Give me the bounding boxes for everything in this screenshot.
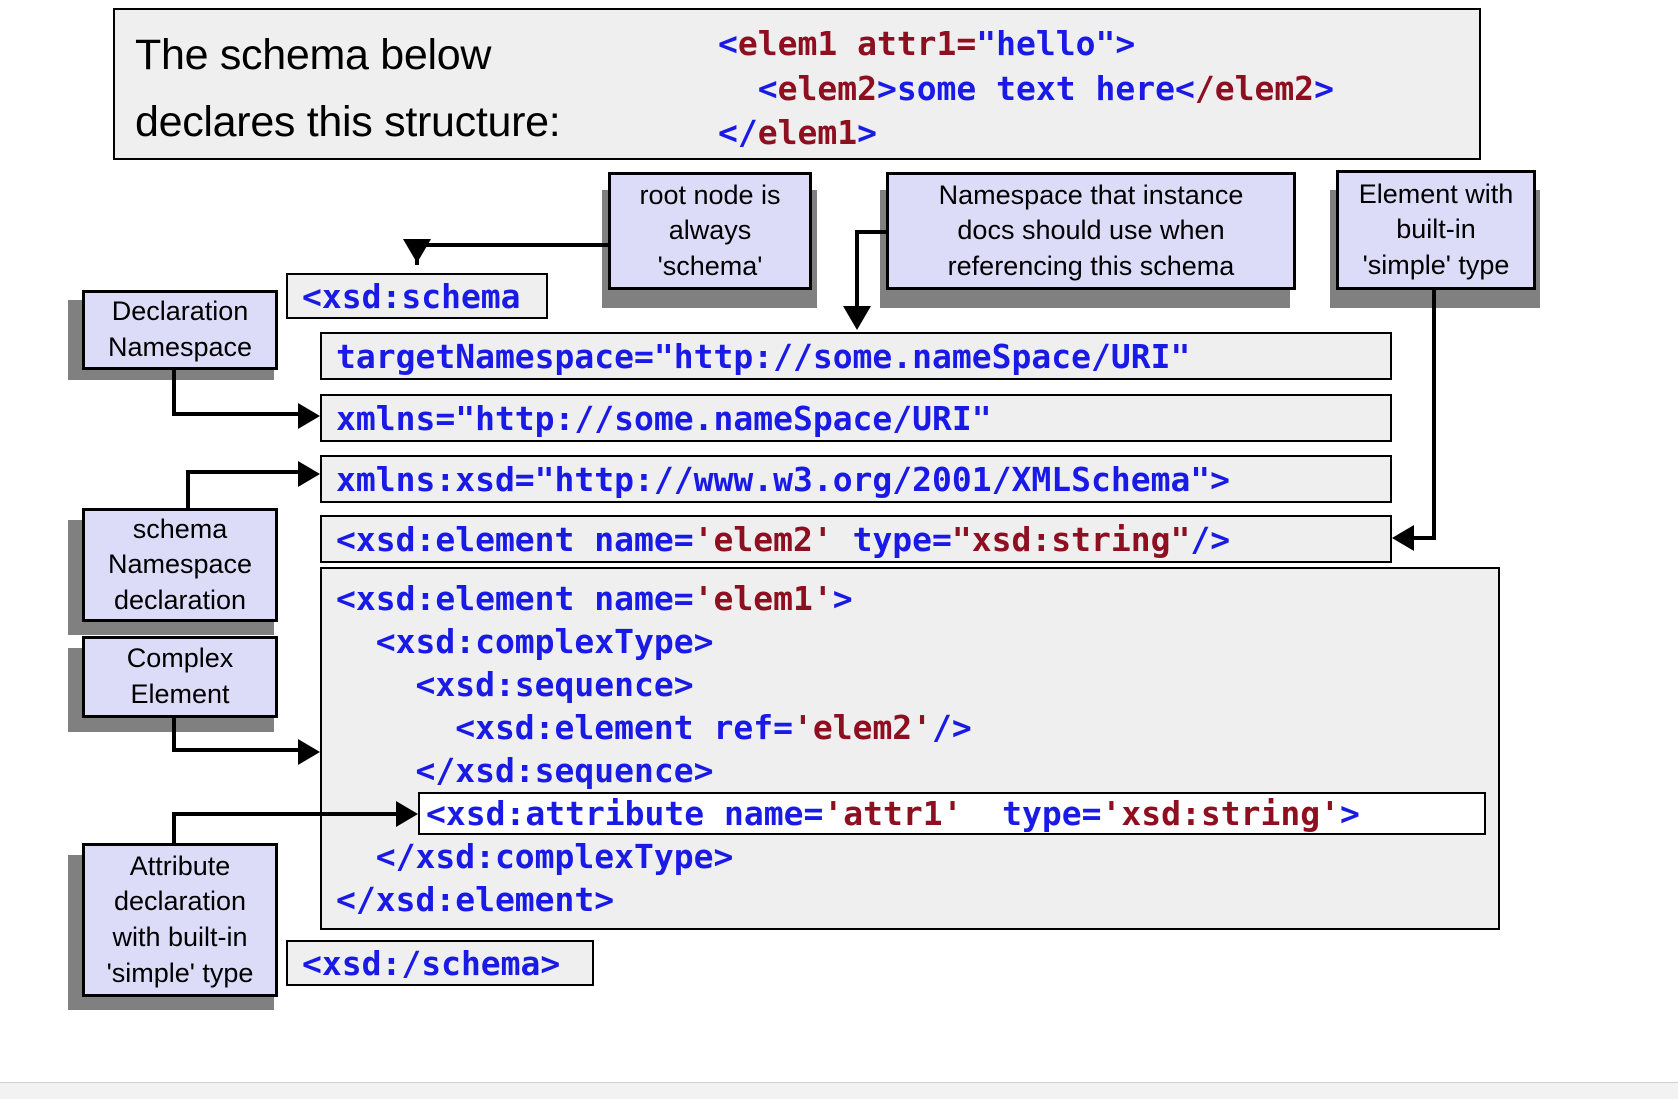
callout-namespace-line-1: Namespace that instance [938,179,1244,210]
code-text-target-namespace: targetNamespace="http://some.nameSpace/U… [336,336,1191,376]
connector-declns-v [172,370,176,416]
callout-root-node-line-1: root node is [639,179,781,210]
connector-declns-arrowhead [298,403,320,429]
code-text-elem2-e: /> [1190,519,1231,559]
callout-element-builtin-line-2: built-in [1396,214,1476,245]
callout-element-builtin-line-3: 'simple' type [1362,249,1510,280]
connector-schemans-arrowhead [298,461,320,487]
connector-complex-arrowhead [298,739,320,765]
code-line-element-elem2: <xsd:element name='elem2' type="xsd:stri… [320,515,1392,563]
connector-complex-h [172,748,300,752]
connector-root-node-h [415,243,608,247]
code-text-attr-a: <xsd:attribute name= [426,794,824,833]
code-text-elem2-b: 'elem2' [693,519,833,559]
code-block-complex-element: <xsd:element name='elem1'> <xsd:complexT… [320,567,1500,930]
code-text-elem2-a: <xsd:element name= [336,519,694,559]
code-line-ref-elem2: <xsd:element ref='elem2'/> [336,708,972,747]
code-text-xmlns-default: xmlns="http://some.nameSpace/URI" [336,398,992,438]
callout-complex-element-line-1: Complex [126,643,234,674]
code-text-attr-d: 'xsd:string' [1101,794,1340,833]
xml-line-2: <elem2>some text here</elem2> [718,68,1334,108]
connector-builtin-h [1412,536,1436,540]
connector-attrdecl-arrowhead [396,801,418,827]
connector-root-node-arrowhead [403,239,431,263]
connector-builtin-arrowhead [1392,525,1414,551]
code-text-attr-c: type= [962,794,1102,833]
callout-namespace-instance: Namespace that instance docs should use … [886,172,1296,290]
code-line-attribute-declaration: <xsd:attribute name='attr1' type='xsd:st… [418,792,1486,835]
connector-schemans-v [186,470,190,510]
callout-attribute-declaration: Attribute declaration with built-in 'sim… [82,843,278,997]
code-text-xmlns-xsd: xmlns:xsd="http://www.w3.org/2001/XMLSch… [336,459,1231,499]
connector-attrdecl-v [172,812,176,846]
callout-namespace-line-2: docs should use when [957,215,1225,246]
callout-complex-element-line-2: Element [130,679,230,709]
connector-declns-h [172,412,300,416]
callout-attribute-declaration-line-2: declaration [113,886,247,917]
code-text-elem2-c: type= [832,519,952,559]
connector-schemans-h [186,470,300,474]
header-caption: The schema below declares this structure… [135,22,715,155]
code-line-schema-close: <xsd:/schema> [286,940,594,986]
callout-namespace-line-3: referencing this schema [947,250,1235,281]
code-text-elem2-d: "xsd:string" [951,519,1191,559]
callout-attribute-declaration-line-3: with built-in [112,922,248,952]
code-line-element-close: </xsd:element> [336,880,615,919]
code-text-attr-b: 'attr1' [823,794,963,833]
code-line-sequence-open: <xsd:sequence> [336,665,694,704]
callout-element-builtin-line-1: Element with [1358,178,1514,209]
connector-namespace-h [855,230,888,234]
callout-attribute-declaration-line-1: Attribute [129,850,231,881]
code-line-xmlns-xsd: xmlns:xsd="http://www.w3.org/2001/XMLSch… [320,455,1392,503]
callout-schema-namespace-declaration: schema Namespace declaration [82,508,278,622]
code-text-attr-e: > [1339,794,1360,833]
callout-schema-namespace-line-2: Namespace [107,549,253,580]
callout-declaration-namespace-line-2: Namespace [107,332,253,362]
header-caption-line-1: The schema below [135,31,492,79]
callout-declaration-namespace-line-1: Declaration [111,296,249,327]
code-line-complextype-close: </xsd:complexType> [336,837,734,876]
xml-line-3: </elem1> [718,113,877,153]
callout-root-node-line-3: 'schema' [657,250,763,281]
code-text-schema-open: <xsd:schema [302,276,521,316]
code-line-target-namespace: targetNamespace="http://some.nameSpace/U… [320,332,1392,380]
code-line-sequence-close: </xsd:sequence> [336,751,714,790]
code-text-schema-close: <xsd:/schema> [302,943,561,983]
slide-bottom-edge [0,1082,1678,1099]
callout-declaration-namespace: Declaration Namespace [82,290,278,370]
xml-instance-sample: <elem1 attr1="hello"> <elem2>some text h… [718,22,1334,156]
code-line-complextype-open: <xsd:complexType> [336,622,714,661]
header-caption-line-2: declares this structure: [135,97,561,146]
connector-builtin-v [1432,290,1436,538]
connector-attrdecl-h [172,812,400,816]
connector-complex-v [172,718,176,752]
connector-namespace-arrowhead [843,306,871,330]
callout-element-builtin-type: Element with built-in 'simple' type [1336,170,1536,290]
callout-attribute-declaration-line-4: 'simple' type [106,957,254,988]
callout-schema-namespace-line-3: declaration [113,584,247,615]
code-line-xmlns-default: xmlns="http://some.nameSpace/URI" [320,394,1392,442]
callout-complex-element: Complex Element [82,636,278,718]
callout-root-node-line-2: always [668,215,752,246]
code-line-schema-open: <xsd:schema [286,273,548,319]
xml-line-1: <elem1 attr1="hello"> [718,24,1136,63]
callout-schema-namespace-line-1: schema [132,513,228,544]
slide-canvas: The schema below declares this structure… [0,0,1678,1099]
code-line-elem1-open: <xsd:element name='elem1'> [336,579,853,618]
callout-root-node: root node is always 'schema' [608,172,812,290]
